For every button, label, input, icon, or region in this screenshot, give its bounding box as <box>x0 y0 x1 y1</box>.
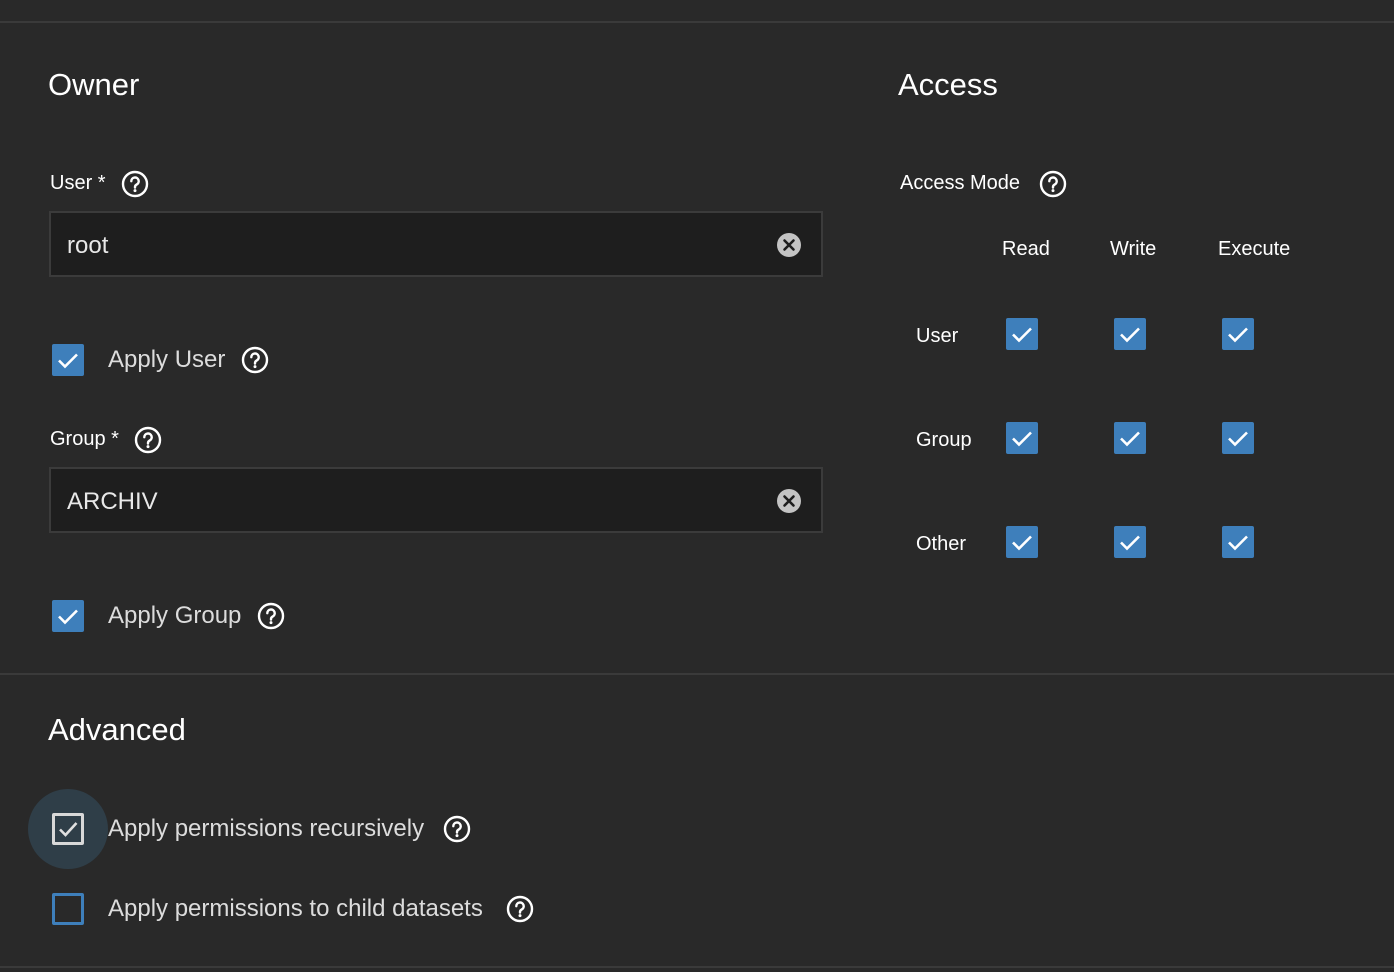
apply-recursively-help-icon[interactable] <box>443 815 471 843</box>
checkmark-icon <box>58 353 78 369</box>
user-write-checkbox[interactable] <box>1114 318 1146 350</box>
group-execute-checkbox[interactable] <box>1222 422 1254 454</box>
user-help-icon[interactable] <box>121 170 149 198</box>
apply-child-datasets-checkbox[interactable] <box>52 893 84 925</box>
advanced-title: Advanced <box>48 712 186 747</box>
group-input[interactable]: ARCHIV <box>49 467 823 533</box>
group-clear-icon[interactable] <box>777 489 801 513</box>
column-header-execute: Execute <box>1218 238 1291 260</box>
row-header-other: Other <box>916 533 967 555</box>
checkmark-icon <box>1012 535 1032 551</box>
column-header-read: Read <box>1002 238 1050 260</box>
other-read-checkbox[interactable] <box>1006 526 1038 558</box>
top-divider <box>0 21 1394 23</box>
row-header-user: User <box>916 325 959 347</box>
user-read-checkbox[interactable] <box>1006 318 1038 350</box>
access-title: Access <box>898 67 998 102</box>
group-label: Group * <box>50 428 119 450</box>
bottom-divider <box>0 966 1394 968</box>
user-input[interactable]: root <box>49 211 823 277</box>
apply-child-datasets-label: Apply permissions to child datasets <box>108 895 483 922</box>
middle-divider <box>0 673 1394 675</box>
checkmark-icon <box>1120 327 1140 343</box>
checkmark-icon <box>1120 535 1140 551</box>
other-execute-checkbox[interactable] <box>1222 526 1254 558</box>
access-mode-label: Access Mode <box>900 172 1021 194</box>
apply-group-help-icon[interactable] <box>257 602 285 630</box>
user-clear-icon[interactable] <box>777 233 801 257</box>
user-label: User * <box>50 172 106 194</box>
group-write-checkbox[interactable] <box>1114 422 1146 454</box>
row-header-group: Group <box>916 429 972 451</box>
checkmark-icon <box>1012 431 1032 447</box>
apply-user-checkbox[interactable] <box>52 344 84 376</box>
checkmark-icon <box>1012 327 1032 343</box>
apply-group-checkbox[interactable] <box>52 600 84 632</box>
group-read-checkbox[interactable] <box>1006 422 1038 454</box>
owner-title: Owner <box>48 67 140 102</box>
apply-user-help-icon[interactable] <box>241 346 269 374</box>
other-write-checkbox[interactable] <box>1114 526 1146 558</box>
column-header-write: Write <box>1110 238 1157 260</box>
user-input-value: root <box>67 232 109 259</box>
apply-recursively-label: Apply permissions recursively <box>108 815 425 842</box>
checkmark-icon <box>1228 535 1248 551</box>
apply-group-label: Apply Group <box>108 602 242 629</box>
checkmark-icon <box>59 822 78 837</box>
checkmark-icon <box>1120 431 1140 447</box>
checkmark-icon <box>1228 431 1248 447</box>
apply-child-datasets-help-icon[interactable] <box>506 895 534 923</box>
apply-recursively-checkbox[interactable] <box>52 813 84 845</box>
checkmark-icon <box>1228 327 1248 343</box>
user-execute-checkbox[interactable] <box>1222 318 1254 350</box>
group-help-icon[interactable] <box>134 426 162 454</box>
checkmark-icon <box>58 609 78 625</box>
apply-user-label: Apply User <box>108 346 226 373</box>
group-input-value: ARCHIV <box>67 488 158 515</box>
access-mode-help-icon[interactable] <box>1039 170 1067 198</box>
